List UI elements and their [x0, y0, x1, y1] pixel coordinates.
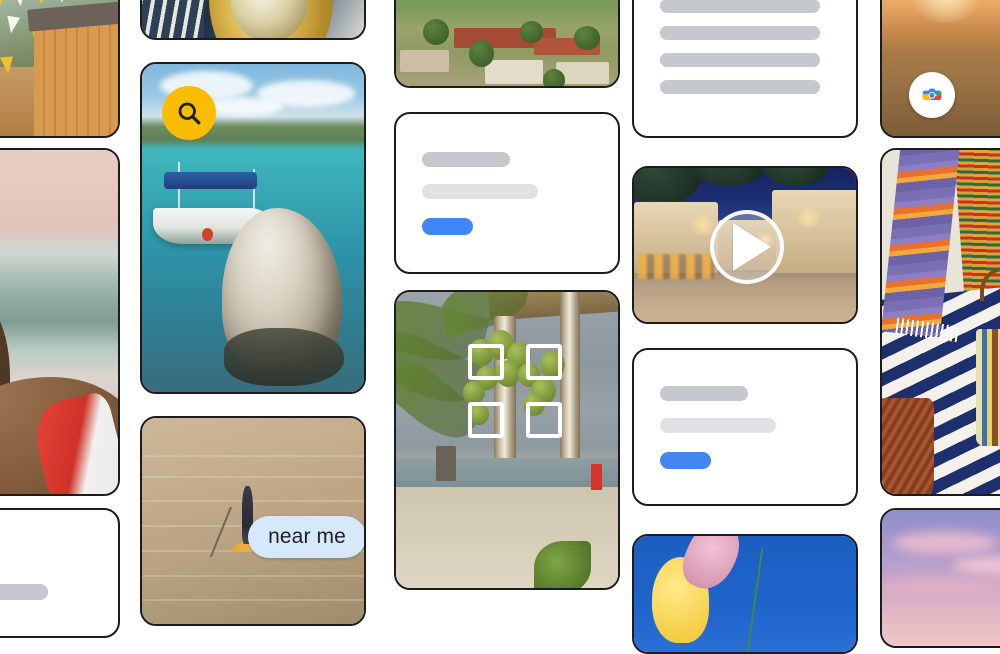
play-button[interactable] — [710, 210, 784, 284]
near-me-chip-label: near me — [268, 525, 346, 548]
striped-woven-bag — [975, 328, 1000, 446]
skeleton-bar-title — [660, 385, 749, 401]
trumpet-photo — [142, 0, 364, 38]
scan-corner-bottom-right — [526, 402, 562, 438]
surfer-photo — [0, 150, 118, 494]
card-palm[interactable] — [394, 290, 620, 590]
skeleton-line — [660, 0, 820, 13]
card-flags[interactable] — [0, 0, 120, 138]
card-boat[interactable] — [140, 62, 366, 394]
google-lens-camera-icon — [922, 88, 942, 101]
skeleton-bar-body — [422, 183, 538, 199]
skeleton-bar-action[interactable] — [660, 451, 711, 469]
card-trumpet[interactable] — [140, 0, 366, 40]
card-dusk[interactable] — [880, 508, 1000, 648]
search-icon — [178, 102, 201, 125]
textiles-photo — [882, 150, 1000, 494]
skeleton-bar — [0, 584, 48, 600]
card-video[interactable] — [632, 166, 858, 324]
skeleton-line — [660, 53, 820, 67]
card-skeleton-mid[interactable] — [394, 112, 620, 274]
skeleton-line — [660, 26, 820, 40]
skeleton-bar-action[interactable] — [422, 217, 473, 235]
card-sunset[interactable] — [880, 0, 1000, 138]
wooden-building — [34, 15, 118, 136]
flags-photo — [0, 0, 118, 136]
card-skeleton-top[interactable] — [632, 0, 858, 138]
card-flower[interactable] — [632, 534, 858, 654]
card-textile[interactable] — [880, 148, 1000, 496]
red-flag — [591, 463, 603, 491]
google-lens-badge[interactable] — [909, 72, 955, 118]
sun-glow — [906, 0, 987, 24]
trumpet-bell — [208, 0, 333, 38]
card-left-skeleton[interactable] — [0, 508, 120, 638]
coconut-palm-photo — [396, 292, 618, 588]
card-surfer[interactable] — [0, 148, 120, 496]
skeleton-bar-title — [422, 151, 511, 167]
scan-corner-top-left — [468, 344, 504, 380]
card-paddleboard[interactable]: near me — [140, 416, 366, 626]
scan-frame[interactable] — [468, 344, 562, 438]
card-wall-stage: near me — [0, 0, 1000, 654]
dusk-sky-photo — [882, 510, 1000, 646]
rock — [221, 208, 345, 386]
sea-horizon — [396, 457, 618, 488]
flower-photo — [634, 536, 856, 652]
scan-corner-bottom-left — [468, 402, 504, 438]
foreground-leaf — [533, 540, 592, 588]
search-icon-badge[interactable] — [162, 86, 216, 140]
boat-canopy — [164, 172, 258, 189]
play-triangle-icon — [732, 223, 771, 271]
scan-corner-top-right — [526, 344, 562, 380]
skeleton-bar-body — [660, 417, 776, 433]
near-me-chip[interactable]: near me — [248, 516, 364, 558]
terracotta-basket — [882, 397, 935, 494]
cafe-tables — [638, 254, 714, 279]
lifeguard-tower — [435, 445, 456, 482]
card-skeleton-bottom[interactable] — [632, 348, 858, 506]
skeleton-line — [660, 80, 820, 94]
card-aerial[interactable] — [394, 0, 620, 88]
aerial-village-photo — [396, 0, 618, 86]
musician-shirt — [142, 0, 205, 38]
